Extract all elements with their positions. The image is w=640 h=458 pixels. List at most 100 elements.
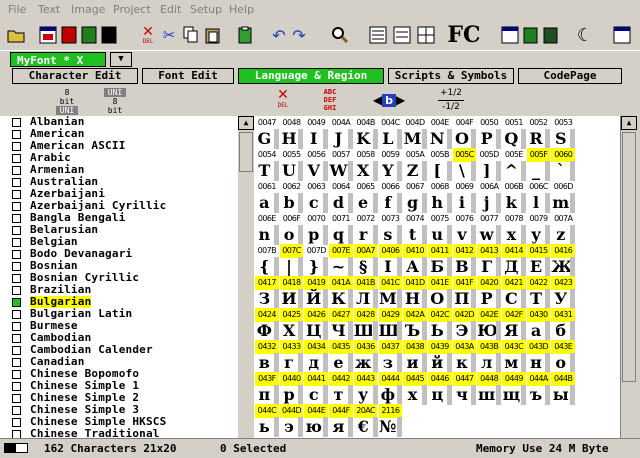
text-list-icon[interactable]	[392, 22, 412, 48]
tab-scripts-symbols[interactable]: Scripts & Symbols	[388, 68, 514, 84]
char-glyph[interactable]: w	[477, 225, 496, 245]
char-glyph[interactable]: ю	[304, 417, 323, 437]
char-glyph[interactable]: В	[453, 257, 472, 277]
paste-icon[interactable]	[204, 22, 222, 48]
char-glyph[interactable]: Ь	[428, 321, 447, 341]
char-glyph[interactable]: Ц	[304, 321, 323, 341]
language-checkbox[interactable]	[12, 298, 21, 307]
language-checkbox[interactable]	[12, 394, 21, 403]
language-checkbox[interactable]	[12, 166, 21, 175]
undo-icon[interactable]: ↶	[270, 22, 288, 48]
char-glyph[interactable]: z	[551, 225, 570, 245]
char-glyph[interactable]: }	[304, 257, 323, 277]
char-glyph[interactable]: Ч	[329, 321, 348, 341]
dark-page-icon[interactable]	[542, 22, 560, 48]
delete-language-button[interactable]: ✕ DEL	[272, 88, 294, 114]
abc-button[interactable]: ABC DEF GHI	[318, 88, 342, 114]
char-glyph[interactable]: в	[255, 353, 274, 373]
tab-language-region[interactable]: Language & Region	[238, 68, 384, 84]
char-glyph[interactable]: Х	[280, 321, 299, 341]
tab-codepage[interactable]: CodePage	[518, 68, 622, 84]
char-glyph[interactable]: r	[354, 225, 373, 245]
char-glyph[interactable]: I	[304, 129, 323, 149]
char-glyph[interactable]: м	[502, 353, 521, 373]
language-checkbox[interactable]	[12, 142, 21, 151]
char-glyph[interactable]: Ф	[255, 321, 274, 341]
language-checkbox[interactable]	[12, 262, 21, 271]
char-glyph[interactable]: х	[403, 385, 422, 405]
char-glyph[interactable]: Е	[527, 257, 546, 277]
language-checkbox[interactable]	[12, 382, 21, 391]
char-glyph[interactable]: ц	[428, 385, 447, 405]
char-glyph[interactable]: Я	[502, 321, 521, 341]
color-block-icon[interactable]	[60, 22, 78, 48]
language-checkbox[interactable]	[12, 274, 21, 283]
window-icon[interactable]	[612, 22, 632, 48]
language-checkbox[interactable]	[12, 130, 21, 139]
char-glyph[interactable]: й	[428, 353, 447, 373]
language-checkbox[interactable]	[12, 418, 21, 427]
size-half-button[interactable]: +1/2 -1/2	[438, 87, 464, 115]
char-glyph[interactable]: p	[304, 225, 323, 245]
tab-dropdown-button[interactable]: ▼	[110, 52, 132, 67]
language-checkbox[interactable]	[12, 250, 21, 259]
char-glyph[interactable]: ш	[477, 385, 496, 405]
language-checkbox[interactable]	[12, 406, 21, 415]
char-glyph[interactable]: Н	[403, 289, 422, 309]
char-glyph[interactable]: А	[403, 257, 422, 277]
char-glyph[interactable]: [	[428, 161, 447, 181]
delete-button[interactable]: ✕ DEL	[138, 22, 158, 48]
char-glyph[interactable]: и	[403, 353, 422, 373]
language-list-scrollbar[interactable]: ▲	[238, 116, 254, 438]
char-glyph[interactable]: X	[354, 161, 373, 181]
char-glyph[interactable]: а	[527, 321, 546, 341]
char-glyph[interactable]: н	[527, 353, 546, 373]
char-glyph[interactable]: N	[428, 129, 447, 149]
language-checkbox[interactable]	[12, 286, 21, 295]
char-glyph[interactable]: е	[329, 353, 348, 373]
language-checkbox[interactable]	[12, 238, 21, 247]
char-glyph[interactable]: j	[477, 193, 496, 213]
char-glyph[interactable]: ъ	[527, 385, 546, 405]
char-glyph[interactable]: x	[502, 225, 521, 245]
language-checkbox[interactable]	[12, 322, 21, 331]
language-checkbox[interactable]	[12, 334, 21, 343]
char-glyph[interactable]: б	[551, 321, 570, 341]
char-glyph[interactable]: п	[255, 385, 274, 405]
language-checkbox[interactable]	[12, 310, 21, 319]
char-glyph[interactable]: С	[502, 289, 521, 309]
char-glyph[interactable]: W	[329, 161, 348, 181]
char-glyph[interactable]: Р	[477, 289, 496, 309]
language-checkbox[interactable]	[12, 118, 21, 127]
new-window-icon[interactable]	[38, 22, 58, 48]
redo-icon[interactable]: ↷	[290, 22, 308, 48]
language-checkbox[interactable]	[12, 226, 21, 235]
char-glyph[interactable]: о	[551, 353, 570, 373]
char-glyph[interactable]: з	[379, 353, 398, 373]
char-glyph[interactable]: k	[502, 193, 521, 213]
char-glyph[interactable]: b	[280, 193, 299, 213]
char-glyph[interactable]: U	[280, 161, 299, 181]
char-glyph[interactable]: Ж	[551, 257, 570, 277]
tab-myfont[interactable]: MyFont * X	[10, 52, 106, 67]
char-glyph[interactable]: ж	[354, 353, 373, 373]
char-glyph[interactable]: Ю	[477, 321, 496, 341]
char-glyph[interactable]: d	[329, 193, 348, 213]
char-glyph[interactable]: т	[329, 385, 348, 405]
menu-edit[interactable]: Edit	[160, 3, 181, 16]
green-block-icon[interactable]	[80, 22, 98, 48]
char-glyph[interactable]: G	[255, 129, 274, 149]
char-glyph[interactable]: J	[329, 129, 348, 149]
char-glyph[interactable]: П	[453, 289, 472, 309]
char-glyph[interactable]: |	[280, 257, 299, 277]
char-glyph[interactable]: {	[255, 257, 274, 277]
clipboard-icon[interactable]	[236, 22, 254, 48]
char-glyph[interactable]: К	[329, 289, 348, 309]
char-glyph[interactable]: _	[527, 161, 546, 181]
char-glyph[interactable]: `	[551, 161, 570, 181]
char-glyph[interactable]: u	[428, 225, 447, 245]
char-glyph[interactable]: ч	[453, 385, 472, 405]
char-glyph[interactable]: M	[403, 129, 422, 149]
char-glyph[interactable]: a	[255, 193, 274, 213]
tab-font-edit[interactable]: Font Edit	[142, 68, 234, 84]
